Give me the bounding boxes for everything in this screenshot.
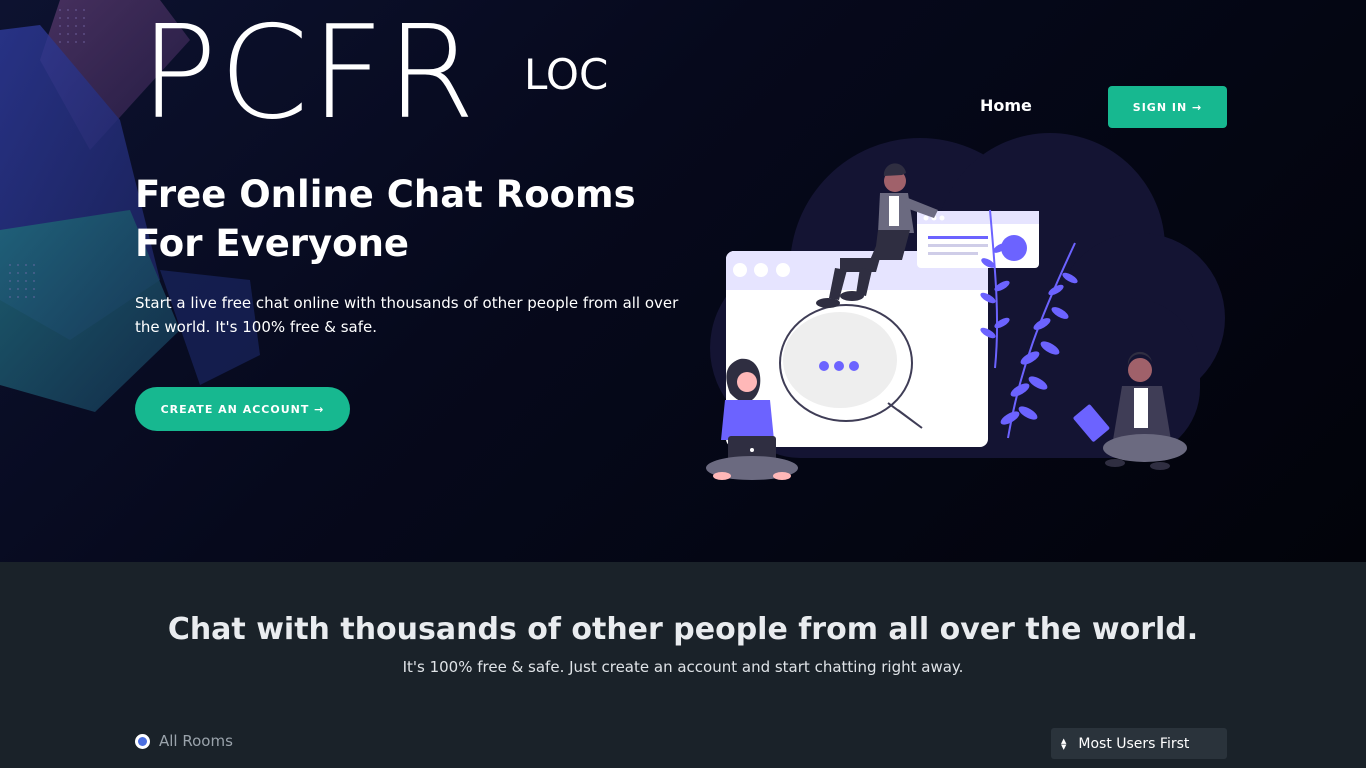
sort-arrows-icon: ▲ ▼ (1061, 736, 1067, 751)
create-account-button[interactable]: CREATE AN ACCOUNT → (135, 387, 350, 431)
sort-select[interactable]: ▲ ▼ Most Users First (1051, 728, 1227, 759)
chat-illustration (706, 133, 1225, 480)
all-rooms-filter[interactable]: All Rooms (135, 732, 233, 750)
rooms-section: Chat with thousands of other people from… (0, 562, 1366, 768)
hero-title: Free Online Chat Rooms For Everyone (135, 170, 695, 268)
hero-description: Start a live free chat online with thous… (135, 294, 679, 336)
hero-title-line-2: For Everyone (135, 222, 410, 265)
radio-selected-icon[interactable] (135, 733, 150, 749)
section-title: Chat with thousands of other people from… (167, 612, 1199, 647)
profile-card-illustration (917, 211, 1039, 268)
site-logo-suffix: LOC (524, 50, 609, 99)
nav-home-link[interactable]: Home (980, 95, 1032, 117)
site-logo[interactable]: PCFR (140, 10, 477, 138)
hero-section: PCFR LOC Home SIGN IN → Free Online Chat… (0, 0, 1366, 562)
all-rooms-label: All Rooms (159, 732, 233, 750)
section-subtitle: It's 100% free & safe. Just create an ac… (402, 658, 964, 676)
sort-select-value: Most Users First (1078, 735, 1190, 752)
hero-title-line-1: Free Online Chat Rooms (135, 173, 636, 216)
